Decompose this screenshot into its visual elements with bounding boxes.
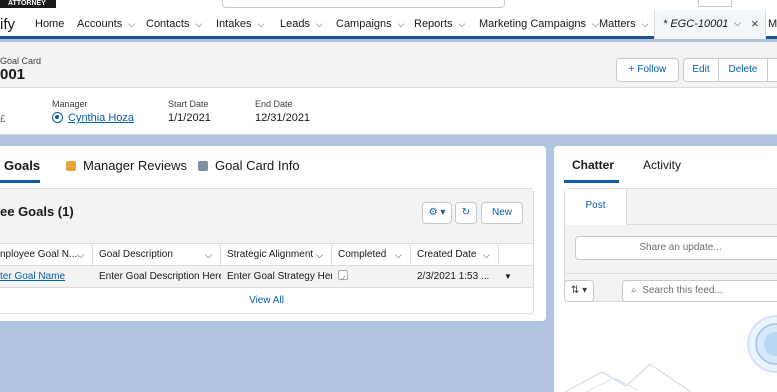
- delete-button[interactable]: Delete: [718, 58, 768, 82]
- chatter-card: Chatter Activity Post Share an update...…: [554, 146, 777, 392]
- row-actions-menu[interactable]: ▼: [501, 270, 515, 284]
- close-icon[interactable]: ×: [751, 16, 759, 31]
- chevron-down-icon[interactable]: ⌵: [257, 19, 264, 30]
- view-all-link[interactable]: View All: [0, 288, 533, 314]
- strategic-alignment-cell: Enter Goal Strategy Here: [227, 271, 332, 282]
- empty-feed-illustration: [563, 315, 777, 392]
- chevron-down-icon[interactable]: ⌵: [316, 19, 323, 30]
- chevron-down-icon: ⌵: [77, 250, 84, 260]
- start-date-field: Start Date 1/1/2021: [168, 99, 211, 124]
- tab-goal-card-info[interactable]: Goal Card Info: [198, 158, 300, 173]
- completed-cell: [332, 266, 411, 288]
- manager-field: Manager Cynthia Hoza: [52, 99, 134, 124]
- column-header[interactable]: Created Date ⌵: [411, 244, 499, 266]
- nav-item-contacts[interactable]: Contacts ⌵: [146, 18, 202, 30]
- nav-item-intakes[interactable]: Intakes ⌵: [216, 18, 264, 30]
- utility-bar: ATTORNEY: [0, 0, 777, 10]
- start-date-value: 1/1/2021: [168, 112, 211, 124]
- tab-egc-10001[interactable]: * EGC-10001 ⌵ ×: [654, 10, 766, 39]
- main-content-card: Goals Manager Reviews Goal Card Info ee …: [0, 146, 546, 321]
- chevron-down-icon[interactable]: ⌵: [592, 19, 599, 30]
- feed-search-input[interactable]: ⌕ Search this feed...: [622, 280, 777, 302]
- follow-button[interactable]: + Follow: [616, 58, 679, 82]
- tab-post[interactable]: Post: [565, 189, 627, 225]
- nav-item-marketing-campaigns[interactable]: Marketing Campaigns ⌵: [479, 18, 599, 30]
- column-header[interactable]: Goal Description ⌵: [93, 244, 221, 266]
- nav-item-accounts[interactable]: Accounts ⌵: [77, 18, 135, 30]
- info-icon: [198, 161, 208, 171]
- end-date-value: 12/31/2021: [255, 112, 311, 124]
- nav-more[interactable]: Mo: [768, 18, 777, 30]
- nav-item-leads[interactable]: Leads ⌵: [280, 18, 323, 30]
- goal-name-link[interactable]: ter Goal Name: [0, 266, 93, 288]
- divider: [627, 224, 777, 225]
- related-list-header: ee Goals (1) ⚙ ▾ ↻ New: [0, 189, 533, 244]
- end-date-label: End Date: [255, 99, 293, 109]
- active-tab-indicator: [564, 180, 619, 183]
- currency-glyph: £: [0, 114, 6, 125]
- column-header[interactable]: nployee Goal N... ⌵: [0, 244, 93, 266]
- manager-link[interactable]: Cynthia Hoza: [52, 112, 134, 124]
- nav-item-campaigns[interactable]: Campaigns ⌵: [336, 18, 404, 30]
- related-list-title: ee Goals (1): [0, 204, 74, 219]
- refresh-icon: ↻: [461, 207, 471, 218]
- gear-icon: ⚙ ▾: [428, 207, 446, 218]
- goal-description-cell: Enter Goal Description Here: [99, 271, 221, 282]
- new-button[interactable]: New: [481, 202, 523, 224]
- global-search-input[interactable]: [222, 0, 505, 8]
- share-update-input[interactable]: Share an update...: [575, 236, 777, 260]
- highlights-panel: £ Manager Cynthia Hoza Start Date 1/1/20…: [0, 88, 777, 135]
- start-date-label: Start Date: [168, 99, 209, 109]
- chevron-down-icon[interactable]: ⌵: [642, 19, 649, 30]
- tab-chatter[interactable]: Chatter: [572, 158, 614, 172]
- chevron-down-icon[interactable]: ⌵: [734, 18, 741, 29]
- object-type-label: Goal Card: [0, 56, 42, 66]
- record-header: Goal Card 001 + Follow Edit Delete: [0, 42, 777, 88]
- list-settings-button[interactable]: ⚙ ▾: [422, 202, 452, 224]
- chevron-down-icon[interactable]: ⌵: [398, 19, 405, 30]
- sort-icon: ⇅ ▾: [570, 285, 588, 296]
- more-actions-button[interactable]: [767, 58, 777, 82]
- brand-logo: ATTORNEY: [0, 0, 56, 8]
- sort-feed-button[interactable]: ⇅ ▾: [564, 280, 594, 302]
- nav-item-home[interactable]: Home: [35, 18, 64, 30]
- tab-activity[interactable]: Activity: [643, 158, 681, 172]
- app-name: ify: [0, 16, 15, 33]
- app-nav-bar: ify Home Accounts ⌵ Contacts ⌵ Intakes ⌵ Leads ⌵…: [0, 10, 777, 39]
- refresh-button[interactable]: ↻: [455, 202, 477, 224]
- tab-goals[interactable]: Goals: [4, 158, 40, 173]
- user-icon: [52, 112, 63, 123]
- chevron-down-icon: ⌵: [316, 250, 323, 260]
- manager-label: Manager: [52, 99, 88, 109]
- column-header[interactable]: Strategic Alignment ⌵: [221, 244, 332, 266]
- table-row: ter Goal Name Enter Goal Description Her…: [0, 266, 533, 288]
- table-header: nployee Goal N... ⌵ Goal Description ⌵ Str…: [0, 244, 533, 266]
- page-title: 001: [0, 66, 26, 83]
- related-list-card: ee Goals (1) ⚙ ▾ ↻ New nployee Goal N...…: [0, 188, 534, 314]
- search-icon: ⌕: [631, 285, 637, 296]
- created-date-cell: 2/3/2021 1:53 ...: [417, 271, 490, 282]
- divider: [565, 273, 777, 274]
- chevron-down-icon: ⌵: [205, 250, 212, 260]
- review-icon: [66, 161, 76, 171]
- nav-item-reports[interactable]: Reports ⌵: [414, 18, 465, 30]
- end-date-field: End Date 12/31/2021: [255, 99, 310, 124]
- column-header[interactable]: Completed ⌵: [332, 244, 411, 266]
- chevron-down-icon[interactable]: ⌵: [195, 19, 202, 30]
- edit-button[interactable]: Edit: [683, 58, 719, 82]
- active-tab-indicator: [0, 180, 40, 183]
- chevron-down-icon[interactable]: ⌵: [459, 19, 466, 30]
- chevron-down-icon: ⌵: [483, 250, 490, 260]
- utility-button[interactable]: [698, 0, 732, 7]
- chevron-down-icon[interactable]: ⌵: [128, 19, 135, 30]
- nav-item-matters[interactable]: Matters ⌵: [599, 18, 649, 30]
- tab-label: * EGC-10001: [663, 18, 729, 30]
- caret-down-icon: ▼: [504, 272, 512, 281]
- chevron-down-icon: ⌵: [395, 250, 402, 260]
- completed-checkbox: [338, 268, 348, 288]
- tab-manager-reviews[interactable]: Manager Reviews: [66, 158, 187, 173]
